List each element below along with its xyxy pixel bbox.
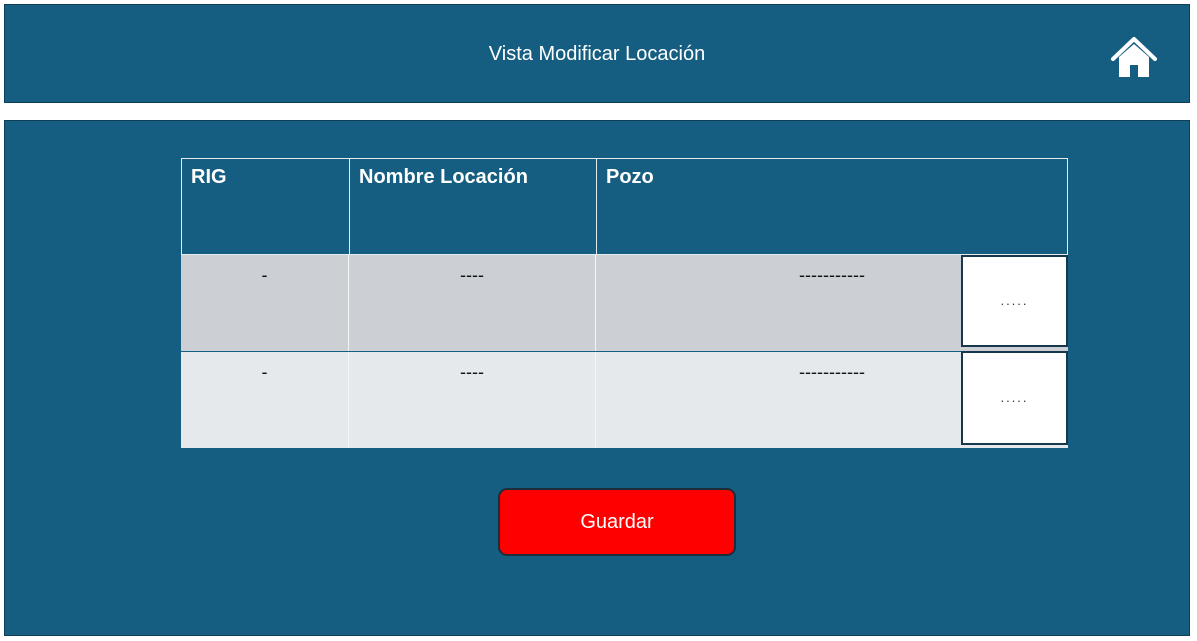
table-cell-rig: - [181, 352, 349, 448]
column-header-rig: RIG [181, 158, 350, 255]
row-options-button[interactable]: ..... [961, 255, 1068, 347]
locations-table: RIG Nombre Locación Pozo - ---- --------… [181, 158, 1068, 449]
page-title: Vista Modificar Locación [488, 43, 706, 65]
table-cell-nombre: ---- [349, 255, 596, 351]
column-header-pozo: Pozo [596, 158, 1068, 255]
table-cell-rig: - [181, 255, 349, 351]
column-header-nombre: Nombre Locación [349, 158, 597, 255]
content-panel: RIG Nombre Locación Pozo - ---- --------… [4, 120, 1190, 636]
row-options-button[interactable]: ..... [961, 351, 1068, 445]
header-bar: Vista Modificar Locación [4, 4, 1190, 103]
home-icon[interactable] [1109, 33, 1159, 81]
save-button[interactable]: Guardar [498, 488, 736, 556]
table-cell-nombre: ---- [349, 352, 596, 448]
